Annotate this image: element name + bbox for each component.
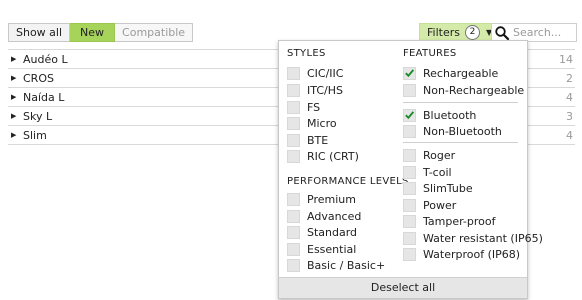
- features-heading: FEATURES: [403, 48, 457, 59]
- checkbox[interactable]: [287, 100, 300, 114]
- checkbox[interactable]: [287, 116, 300, 130]
- checkbox[interactable]: [403, 214, 416, 228]
- option-label: Premium: [307, 192, 356, 206]
- filter-option-ric-crt[interactable]: RIC (CRT): [287, 148, 359, 164]
- checkbox[interactable]: [287, 66, 300, 80]
- filter-option-fs[interactable]: FS: [287, 99, 320, 115]
- product-name: Audéo L: [23, 52, 68, 66]
- option-label: ITC/HS: [307, 83, 343, 97]
- option-label: FS: [307, 100, 321, 114]
- filter-option-basic[interactable]: Basic / Basic+: [287, 257, 385, 273]
- filter-option-waterproof[interactable]: Waterproof (IP68): [403, 246, 520, 262]
- checkbox[interactable]: [287, 242, 300, 256]
- option-label: Non-Rechargeable: [423, 83, 525, 97]
- checkbox-checked[interactable]: [403, 108, 416, 122]
- product-name: Sky L: [23, 109, 53, 123]
- checkbox[interactable]: [287, 209, 300, 223]
- filters-label: Filters: [427, 26, 460, 39]
- show-all-button[interactable]: Show all: [8, 23, 71, 42]
- option-label: CIC/IIC: [307, 66, 344, 80]
- view-segmented-control: Show all New Compatible: [8, 23, 194, 42]
- checkbox[interactable]: [403, 198, 416, 212]
- checkbox[interactable]: [287, 149, 300, 163]
- deselect-all-button[interactable]: Deselect all: [279, 277, 527, 298]
- filter-option-advanced[interactable]: Advanced: [287, 208, 361, 224]
- product-name: Slim: [23, 128, 47, 142]
- checkbox[interactable]: [403, 148, 416, 162]
- option-label: Essential: [307, 242, 357, 256]
- option-label: Water resistant (IP65): [423, 231, 543, 245]
- option-label: Waterproof (IP68): [423, 247, 521, 261]
- option-label: BTE: [307, 133, 329, 147]
- checkbox[interactable]: [287, 83, 300, 97]
- product-count: 2: [566, 71, 573, 85]
- search-icon: [495, 25, 510, 40]
- product-count: 4: [566, 90, 573, 104]
- filter-option-tamper-proof[interactable]: Tamper-proof: [403, 213, 496, 229]
- option-label: RIC (CRT): [307, 149, 359, 163]
- checkbox[interactable]: [287, 192, 300, 206]
- filters-panel: STYLES CIC/IIC ITC/HS FS Micro BTE RIC (…: [278, 40, 543, 299]
- option-label: SlimTube: [423, 181, 473, 195]
- filter-option-essential[interactable]: Essential: [287, 241, 356, 257]
- expand-arrow-icon: ▶: [11, 93, 17, 101]
- product-name: CROS: [23, 71, 54, 85]
- option-label: Tamper-proof: [423, 214, 496, 228]
- option-label: Basic / Basic+: [307, 258, 386, 272]
- product-name: Naída L: [23, 90, 65, 104]
- checkmark-icon: [405, 111, 415, 120]
- filter-option-power[interactable]: Power: [403, 197, 456, 213]
- filter-option-micro[interactable]: Micro: [287, 115, 337, 131]
- checkbox[interactable]: [403, 231, 416, 245]
- filter-option-non-bluetooth[interactable]: Non-Bluetooth: [403, 123, 502, 139]
- option-label: Rechargeable: [423, 66, 499, 80]
- option-label: Advanced: [307, 209, 362, 223]
- divider: [403, 102, 518, 103]
- filter-option-rechargeable[interactable]: Rechargeable: [403, 65, 498, 81]
- checkbox-checked[interactable]: [403, 66, 416, 80]
- checkbox[interactable]: [287, 225, 300, 239]
- checkbox[interactable]: [403, 124, 416, 138]
- checkbox[interactable]: [403, 181, 416, 195]
- product-count: 3: [566, 109, 573, 123]
- search-input[interactable]: [510, 26, 575, 39]
- checkbox[interactable]: [403, 165, 416, 179]
- filter-option-bluetooth[interactable]: Bluetooth: [403, 107, 476, 123]
- styles-heading: STYLES: [287, 48, 326, 59]
- filter-option-bte[interactable]: BTE: [287, 132, 328, 148]
- filter-option-non-rechargeable[interactable]: Non-Rechargeable: [403, 82, 524, 98]
- expand-arrow-icon: ▶: [11, 74, 17, 82]
- filter-option-t-coil[interactable]: T-coil: [403, 164, 452, 180]
- option-label: Standard: [307, 225, 358, 239]
- option-label: Roger: [423, 148, 456, 162]
- compatible-button[interactable]: Compatible: [115, 23, 194, 42]
- option-label: Power: [423, 198, 457, 212]
- option-label: Non-Bluetooth: [423, 124, 502, 138]
- option-label: Micro: [307, 116, 337, 130]
- filter-option-premium[interactable]: Premium: [287, 191, 356, 207]
- product-count: 4: [566, 128, 573, 142]
- filter-option-itc-hs[interactable]: ITC/HS: [287, 82, 343, 98]
- product-count: 14: [559, 52, 573, 66]
- expand-arrow-icon: ▶: [11, 112, 17, 120]
- filter-option-slimtube[interactable]: SlimTube: [403, 180, 473, 196]
- checkmark-icon: [405, 69, 415, 78]
- filter-option-cic-iic[interactable]: CIC/IIC: [287, 65, 343, 81]
- performance-heading: PERFORMANCE LEVELS: [287, 176, 409, 187]
- checkbox[interactable]: [403, 83, 416, 97]
- divider: [403, 142, 518, 143]
- option-label: Bluetooth: [423, 108, 477, 122]
- new-button[interactable]: New: [70, 23, 116, 42]
- filter-option-roger[interactable]: Roger: [403, 147, 455, 163]
- option-label: T-coil: [423, 165, 452, 179]
- checkbox[interactable]: [403, 247, 416, 261]
- checkbox[interactable]: [287, 133, 300, 147]
- filter-option-water-resistant[interactable]: Water resistant (IP65): [403, 230, 543, 246]
- checkbox[interactable]: [287, 258, 300, 272]
- expand-arrow-icon: ▶: [11, 131, 17, 139]
- expand-arrow-icon: ▶: [11, 55, 17, 63]
- filters-count-badge: 2: [464, 25, 480, 40]
- filter-option-standard[interactable]: Standard: [287, 224, 357, 240]
